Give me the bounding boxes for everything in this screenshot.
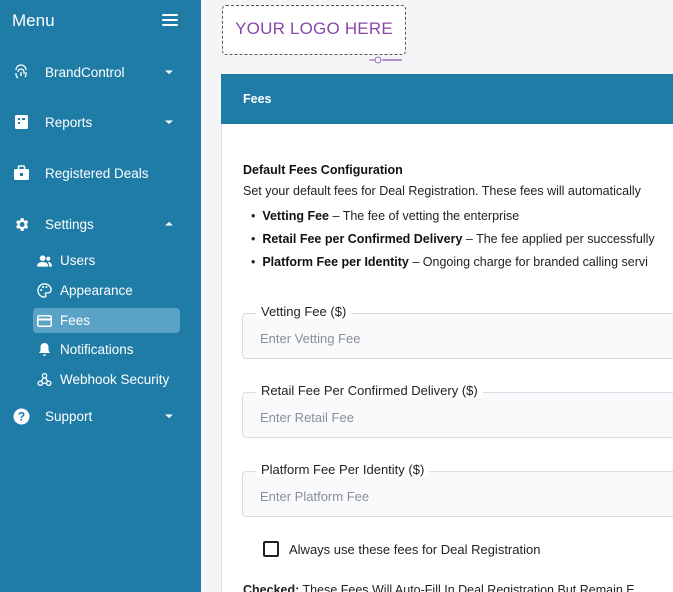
section-description: Set your default fees for Deal Registrat… — [243, 184, 641, 198]
webhook-icon — [37, 372, 52, 387]
sidebar-item-settings[interactable]: Settings — [0, 206, 201, 242]
palette-icon — [37, 283, 52, 298]
always-use-fees-row[interactable]: Always use these fees for Deal Registrat… — [263, 540, 540, 558]
card-title: Fees — [243, 92, 272, 106]
hamburger-icon[interactable] — [162, 14, 178, 27]
sidebar-item-label: Reports — [45, 114, 93, 130]
sidebar-item-label: Registered Deals — [45, 165, 149, 181]
section-title: Default Fees Configuration — [243, 163, 403, 177]
sidebar-subitem-label: Users — [60, 253, 96, 268]
retail-fee-field: Retail Fee Per Confirmed Delivery ($) — [242, 383, 673, 438]
vetting-fee-input[interactable] — [260, 328, 660, 348]
bullet-vetting-fee: • Vetting Fee – The fee of vetting the e… — [251, 209, 520, 223]
report-icon — [12, 113, 30, 131]
sidebar-item-label: Support — [45, 408, 93, 424]
bullet-term: Platform Fee per Identity — [262, 255, 409, 269]
field-label: Platform Fee Per Identity ($) — [256, 462, 430, 477]
sidebar-item-support[interactable]: ? Support — [0, 398, 201, 434]
gear-icon — [12, 215, 30, 233]
bullet-platform-fee: • Platform Fee per Identity – Ongoing ch… — [251, 255, 648, 269]
powered-by-logo-icon — [369, 56, 402, 64]
field-label: Vetting Fee ($) — [256, 304, 352, 319]
svg-text:?: ? — [17, 409, 24, 423]
footnote-term: Checked: — [243, 583, 300, 592]
platform-fee-input[interactable] — [260, 486, 660, 506]
checkbox-label: Always use these fees for Deal Registrat… — [289, 541, 541, 557]
logo-placeholder: YOUR LOGO HERE — [222, 5, 406, 55]
sidebar-item-reports[interactable]: Reports — [0, 104, 201, 140]
sidebar-subitem-label: Appearance — [60, 283, 133, 298]
chevron-up-icon — [165, 222, 173, 226]
retail-fee-input[interactable] — [260, 407, 660, 427]
bullet-text: – The fee applied per successfully — [462, 232, 655, 246]
menu-header: Menu — [0, 0, 201, 42]
card-header: Fees — [221, 74, 673, 124]
sidebar-subitem-label: Notifications — [60, 342, 134, 357]
sidebar-item-label: Settings — [45, 216, 94, 232]
bullet-term: Vetting Fee — [262, 209, 330, 223]
sidebar-subitem-label: Webhook Security — [60, 372, 170, 387]
sidebar-subitem-fees[interactable]: Fees — [33, 308, 180, 333]
sidebar-item-label: BrandControl — [45, 64, 125, 80]
field-label: Retail Fee Per Confirmed Delivery ($) — [256, 383, 483, 398]
fingerprint-icon — [12, 63, 30, 81]
logo-text: YOUR LOGO HERE — [235, 19, 393, 38]
sidebar-subitem-notifications[interactable]: Notifications — [33, 337, 180, 362]
chevron-down-icon — [165, 70, 173, 74]
sidebar-subitem-webhook-security[interactable]: Webhook Security — [33, 367, 180, 392]
users-icon — [37, 253, 52, 268]
sidebar-subitem-users[interactable]: Users — [33, 248, 180, 273]
bell-icon — [37, 342, 52, 357]
bullet-text: – The fee of vetting the enterprise — [329, 209, 520, 223]
help-icon: ? — [12, 407, 30, 425]
always-use-fees-checkbox[interactable] — [263, 541, 279, 557]
credit-card-icon — [37, 313, 52, 328]
sidebar: Menu BrandControl Reports Registered Dea… — [0, 0, 201, 592]
platform-fee-field: Platform Fee Per Identity ($) — [242, 462, 673, 517]
briefcase-icon — [12, 164, 30, 182]
vetting-fee-field: Vetting Fee ($) — [242, 304, 673, 359]
chevron-down-icon — [165, 414, 173, 418]
bullet-retail-fee: • Retail Fee per Confirmed Delivery – Th… — [251, 232, 655, 246]
sidebar-item-registered-deals[interactable]: Registered Deals — [0, 155, 201, 191]
sidebar-subitem-appearance[interactable]: Appearance — [33, 278, 180, 303]
footnote-text: These Fees Will Auto-Fill In Deal Regist… — [299, 583, 635, 592]
bullet-text: – Ongoing charge for branded calling ser… — [408, 255, 648, 269]
bullet-term: Retail Fee per Confirmed Delivery — [262, 232, 463, 246]
menu-title: Menu — [12, 11, 55, 30]
sidebar-subitem-label: Fees — [60, 313, 91, 328]
sidebar-item-brandcontrol[interactable]: BrandControl — [0, 54, 201, 90]
footnote: Checked: These Fees Will Auto-Fill In De… — [243, 583, 635, 592]
chevron-down-icon — [165, 120, 173, 124]
